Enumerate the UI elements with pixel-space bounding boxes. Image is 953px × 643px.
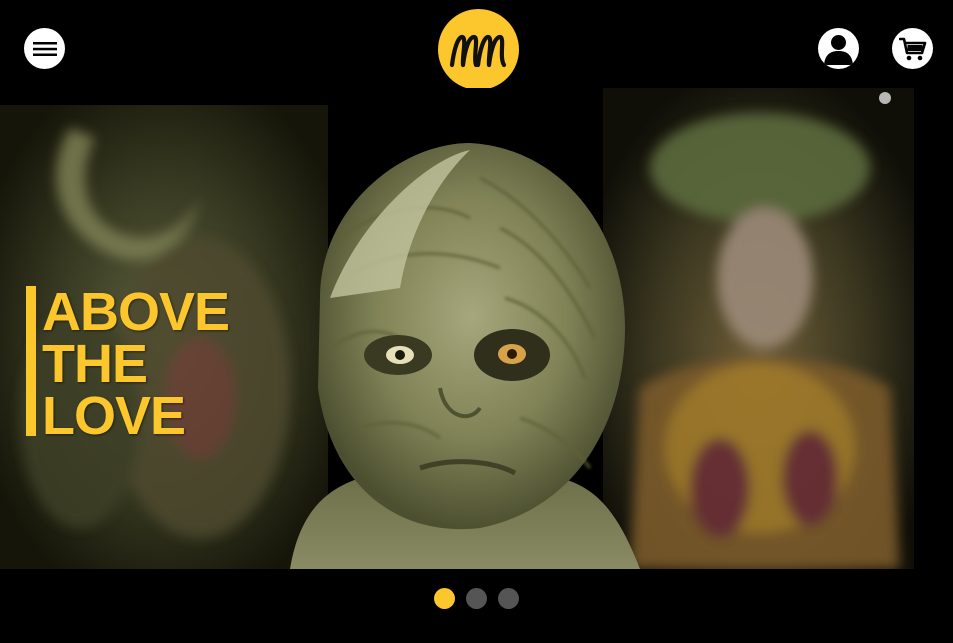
headline-line-2: THE xyxy=(42,334,148,394)
cart-icon xyxy=(898,37,926,60)
user-icon xyxy=(824,35,853,65)
page: ABOVE THE LOVE xyxy=(0,0,953,643)
slider-pagination xyxy=(434,588,519,609)
menu-button[interactable] xyxy=(24,28,65,69)
logo[interactable] xyxy=(438,9,519,90)
hamburger-icon xyxy=(32,41,57,56)
cart-button[interactable] xyxy=(892,28,933,69)
slide-dot-2[interactable] xyxy=(466,588,487,609)
slide-dot-3[interactable] xyxy=(498,588,519,609)
headline-line-1: ABOVE xyxy=(42,282,230,342)
slide-dot-1[interactable] xyxy=(434,588,455,609)
account-button[interactable] xyxy=(818,28,859,69)
hero-headline: ABOVE THE LOVE xyxy=(26,282,230,443)
hero-slider[interactable]: ABOVE THE LOVE xyxy=(0,88,953,569)
headline-line-3: LOVE xyxy=(42,386,186,446)
